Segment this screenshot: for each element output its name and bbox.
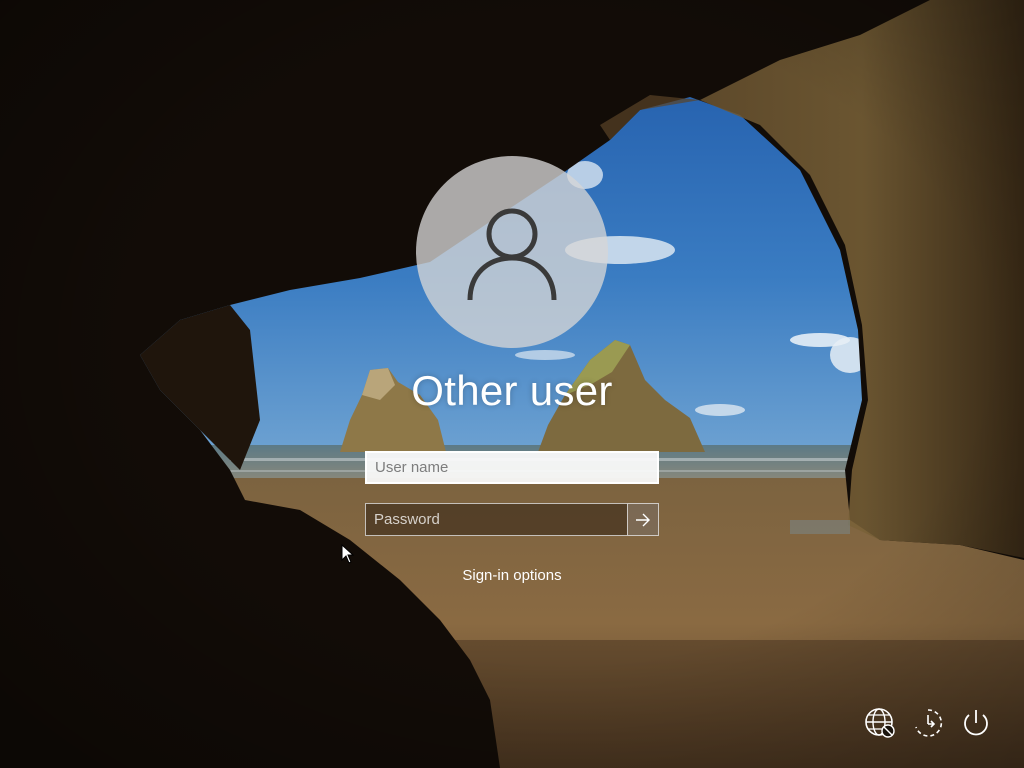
power-button[interactable] bbox=[957, 704, 995, 742]
signin-options-link[interactable]: Sign-in options bbox=[412, 567, 612, 584]
username-field[interactable] bbox=[365, 451, 659, 484]
password-field[interactable] bbox=[365, 503, 627, 536]
user-avatar bbox=[416, 156, 608, 348]
ease-of-access-button[interactable] bbox=[909, 704, 947, 742]
ease-of-access-icon bbox=[915, 709, 943, 737]
network-globe-icon bbox=[865, 708, 895, 738]
mouse-cursor-icon bbox=[341, 544, 355, 564]
network-button[interactable] bbox=[861, 704, 899, 742]
submit-button[interactable] bbox=[627, 503, 659, 536]
account-title: Other user bbox=[411, 367, 613, 414]
arrow-right-icon bbox=[636, 513, 650, 526]
power-icon bbox=[964, 710, 988, 736]
user-silhouette-icon bbox=[467, 208, 557, 301]
